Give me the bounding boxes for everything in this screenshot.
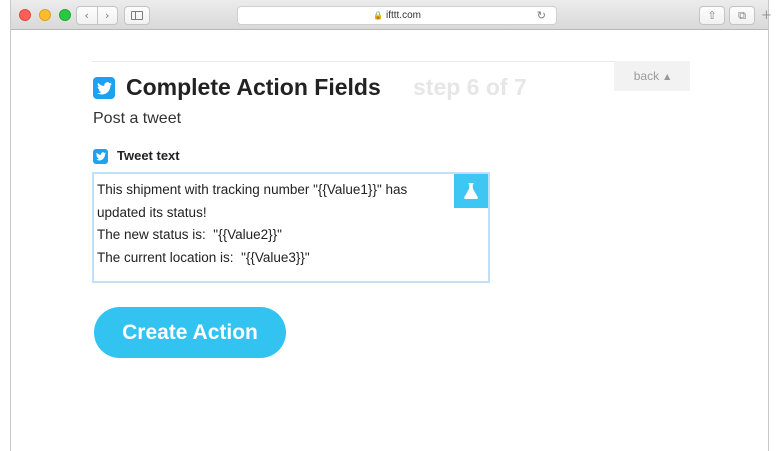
tweet-text-line: The current location is: "{{Value3}}" [97, 249, 310, 265]
tweet-text-line: updated its status! [97, 204, 207, 220]
action-subtitle: Post a tweet [93, 110, 182, 127]
lock-icon: 🔒 [373, 11, 383, 20]
history-nav: ‹ › [76, 6, 118, 25]
close-window-button[interactable] [19, 9, 31, 21]
sidebar-toggle-button[interactable] [124, 6, 150, 25]
back-nav-button[interactable]: ‹ [77, 9, 97, 22]
create-action-button[interactable]: Create Action [94, 307, 286, 358]
twitter-icon [93, 77, 115, 99]
step-indicator: step 6 of 7 [413, 74, 527, 100]
tweet-text-line: The new status is: "{{Value2}}" [97, 227, 282, 242]
show-tabs-button[interactable]: ⧉ [729, 6, 755, 25]
back-label: back [633, 69, 660, 83]
back-button[interactable]: back ▲ [614, 61, 690, 91]
zoom-window-button[interactable] [59, 9, 71, 21]
flask-icon [464, 183, 478, 199]
page-title: Complete Action Fields [126, 74, 381, 100]
title-bar: ‹ › 🔒 ifttt.com ↻ ⇧ ⧉ [11, 0, 768, 30]
share-icon: ⇧ [707, 9, 717, 22]
new-tab-button[interactable]: + [761, 8, 772, 23]
forward-nav-button[interactable]: › [97, 9, 117, 22]
chevron-up-icon: ▲ [664, 71, 671, 81]
reload-icon[interactable]: ↻ [537, 9, 546, 22]
address-bar[interactable]: 🔒 ifttt.com ↻ [237, 6, 557, 25]
twitter-icon [93, 149, 108, 164]
header-divider [92, 61, 690, 62]
tweet-text-field[interactable]: This shipment with tracking number "{{Va… [92, 172, 490, 283]
tabs-icon: ⧉ [738, 8, 746, 22]
add-ingredient-button[interactable] [454, 174, 488, 208]
url-text: ifttt.com [385, 10, 421, 21]
minimize-window-button[interactable] [39, 9, 51, 21]
tweet-text-label: Tweet text [117, 148, 180, 163]
tweet-text-line: This shipment with tracking number "{{Va… [97, 182, 408, 197]
sidebar-icon [131, 11, 143, 20]
share-button[interactable]: ⇧ [699, 6, 725, 25]
